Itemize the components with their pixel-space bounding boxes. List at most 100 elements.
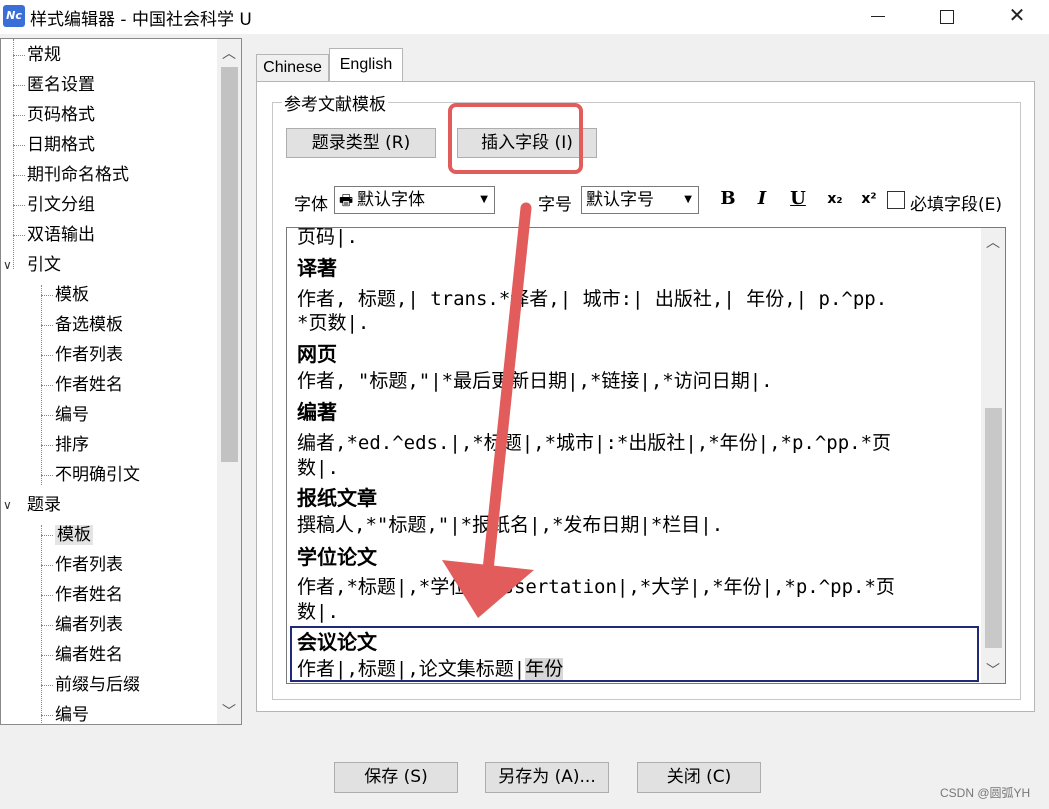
line-text: 报纸文章 <box>297 486 377 510</box>
tree-item[interactable]: 作者姓名 <box>41 582 123 608</box>
line-text: 学位论文 <box>297 545 377 569</box>
scroll-down-icon[interactable]: ﹀ <box>981 660 1005 682</box>
editor-scroll-thumb[interactable] <box>985 408 1002 648</box>
tree-item[interactable]: 备选模板 <box>41 312 123 338</box>
scroll-down-icon[interactable]: ﹀ <box>217 701 241 723</box>
tree-item-label: 题录 <box>27 495 61 515</box>
tree-item[interactable]: 模板 <box>41 282 89 308</box>
watermark: CSDN @圆弧YH <box>940 786 1031 800</box>
line-text: 网页 <box>297 342 337 366</box>
tree-item-label: 作者列表 <box>55 345 123 365</box>
tree-item[interactable]: 常规 <box>13 42 61 68</box>
template-editor[interactable]: 页码|. 译著 作者, 标题,| trans.*译者,| 城市:| 出版社,| 年份… <box>286 227 1006 684</box>
tree-connector <box>41 415 53 416</box>
line-text: 编著 <box>297 400 337 424</box>
tree-item[interactable]: 双语输出 <box>13 222 95 248</box>
tree-item-label: 作者姓名 <box>55 375 123 395</box>
italic-button[interactable]: I <box>749 186 775 214</box>
tree-item-label: 排序 <box>55 435 89 455</box>
settings-tree: 常规 匿名设置 页码格式 日期格式 期刊命名格式 引文分组 双语输出 ∨ 引文 模板 备选模板 作者列… <box>0 38 242 725</box>
tree-item[interactable]: 编者列表 <box>41 612 123 638</box>
tree-item[interactable]: 编者姓名 <box>41 642 123 668</box>
font-value: 默认字体 <box>357 190 425 210</box>
line-text: 译著 <box>297 256 337 280</box>
template-line: 数|. <box>297 453 339 480</box>
tree-item[interactable]: 编号 <box>41 402 89 428</box>
tree-connector <box>13 115 25 116</box>
tree-item-label: 引文分组 <box>27 195 95 215</box>
underline-button[interactable]: U <box>785 186 811 214</box>
tree-item-label: 模板 <box>55 525 93 545</box>
scroll-up-icon[interactable]: ︿ <box>217 43 241 65</box>
tree-item[interactable]: 不明确引文 <box>41 462 140 488</box>
tree-connector <box>41 565 53 566</box>
tree-connector <box>41 715 53 716</box>
save-button[interactable]: 保存 (S) <box>334 762 458 793</box>
tree-scroll-thumb[interactable] <box>221 67 238 462</box>
line-text: 撰稿人,*"标题,"|*报纸名|,*发布日期|*栏目|. <box>297 514 724 536</box>
tree-item[interactable]: 日期格式 <box>13 132 95 158</box>
expand-chevron-icon[interactable]: ∨ <box>3 492 12 518</box>
expand-chevron-icon[interactable]: ∨ <box>3 252 12 278</box>
tree-connector <box>13 175 25 176</box>
tree-item[interactable]: 编号 <box>41 702 89 724</box>
tree-connector <box>41 685 53 686</box>
tree-connector <box>41 295 53 296</box>
tree-item[interactable]: 匿名设置 <box>13 72 95 98</box>
bold-button[interactable]: B <box>715 186 741 214</box>
required-field-checkbox[interactable] <box>887 191 905 209</box>
font-label: 字体 <box>294 195 328 215</box>
line-text: *页数|. <box>297 312 370 334</box>
tree-item-label: 不明确引文 <box>55 465 140 485</box>
size-value: 默认字号 <box>586 190 654 210</box>
font-icon: 🖶 <box>339 191 354 209</box>
tree-item-label: 编者列表 <box>55 615 123 635</box>
tree-item-label: 期刊命名格式 <box>27 165 129 185</box>
tree-connector <box>13 55 25 56</box>
app-logo-icon: Nc <box>3 5 25 27</box>
group-title: 参考文献模板 <box>282 90 388 115</box>
template-line: 作者,*标题|,*学位*dissertation|,*大学|,*年份|,*p.^… <box>297 572 895 599</box>
tab-chinese[interactable]: Chinese <box>256 54 329 81</box>
tree-connector <box>41 355 53 356</box>
editor-scrollbar[interactable]: ︿ ﹀ <box>981 228 1005 683</box>
tree-item-label: 匿名设置 <box>27 75 95 95</box>
line-text: 编者,*ed.^eds.|,*标题|,*城市|:*出版社|,*年份|,*p.^p… <box>297 432 892 454</box>
tree-item[interactable]: 作者姓名 <box>41 372 123 398</box>
minimize-icon <box>871 16 885 17</box>
tree-item[interactable]: 排序 <box>41 432 89 458</box>
window-title: 样式编辑器 - 中国社会科学 U <box>30 10 252 30</box>
tree-item[interactable]: ∨ 题录 <box>3 492 61 518</box>
line-text: 作者,*标题|,*学位*dissertation|,*大学|,*年份|,*p.^… <box>297 576 895 598</box>
chevron-down-icon: ▼ <box>684 194 692 205</box>
tree-item[interactable]: 作者列表 <box>41 342 123 368</box>
maximize-button[interactable] <box>912 0 982 30</box>
size-select[interactable]: 默认字号 ▼ <box>581 186 699 214</box>
tree-connector <box>41 475 53 476</box>
template-line: 编者,*ed.^eds.|,*标题|,*城市|:*出版社|,*年份|,*p.^p… <box>297 428 891 455</box>
entry-type-heading: 网页 <box>297 338 337 367</box>
superscript-button[interactable]: x² <box>856 186 882 214</box>
tree-item[interactable]: 期刊命名格式 <box>13 162 129 188</box>
save-as-button[interactable]: 另存为 (A)... <box>485 762 609 793</box>
scroll-up-icon[interactable]: ︿ <box>981 232 1005 254</box>
font-select[interactable]: 🖶 默认字体 ▼ <box>334 186 495 214</box>
close-button[interactable]: 关闭 (C) <box>637 762 761 793</box>
tab-english[interactable]: English <box>329 48 403 82</box>
tree-connector <box>41 535 53 536</box>
tree-item[interactable]: 页码格式 <box>13 102 95 128</box>
tree-scrollbar[interactable]: ︿ ﹀ <box>217 39 241 724</box>
entry-type-heading: 学位论文 <box>297 541 377 570</box>
minimize-button[interactable] <box>843 0 913 30</box>
tree-item-label: 作者姓名 <box>55 585 123 605</box>
line-text: 页码|. <box>297 227 358 248</box>
tree-item[interactable]: 引文分组 <box>13 192 95 218</box>
tree-item[interactable]: 作者列表 <box>41 552 123 578</box>
subscript-button[interactable]: x₂ <box>822 186 848 214</box>
tree-item-label: 页码格式 <box>27 105 95 125</box>
close-window-button[interactable]: ✕ <box>982 0 1049 30</box>
tree-item[interactable]: ∨ 引文 <box>3 252 61 278</box>
tree-item[interactable]: 模板 <box>41 522 93 548</box>
reference-type-button[interactable]: 题录类型 (R) <box>286 128 436 158</box>
tree-item[interactable]: 前缀与后缀 <box>41 672 140 698</box>
